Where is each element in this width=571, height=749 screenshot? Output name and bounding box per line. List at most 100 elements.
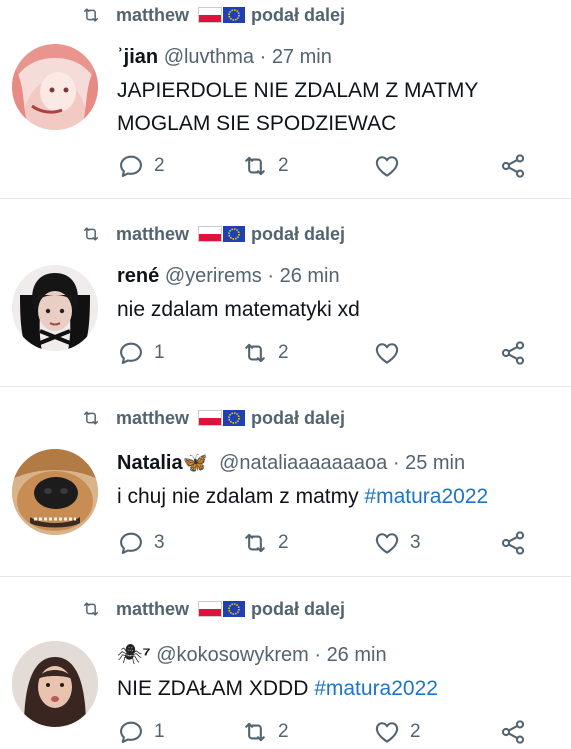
reply-icon bbox=[117, 529, 145, 557]
retweet-button[interactable]: 2 bbox=[241, 339, 289, 367]
tweet-actions: 3 2 3 bbox=[117, 529, 537, 559]
retweet-icon bbox=[78, 224, 104, 244]
tweet-actions: 1 2 bbox=[117, 339, 537, 369]
retweeter-name[interactable]: matthew bbox=[116, 408, 189, 429]
retweet-count: 2 bbox=[278, 342, 289, 363]
share-icon bbox=[499, 339, 527, 367]
handle[interactable]: @nataliaaaaaaaoa bbox=[219, 452, 387, 474]
retweet-context: matthew podał dalej bbox=[78, 3, 345, 27]
poland-flag-icon bbox=[198, 226, 246, 242]
eu-flag-icon bbox=[223, 410, 246, 426]
retweet-icon bbox=[241, 339, 269, 367]
like-button[interactable]: 3 bbox=[373, 529, 421, 557]
reply-button[interactable]: 1 bbox=[117, 718, 165, 746]
tweet-text: NIE ZDAŁAM XDDD #matura2022 bbox=[117, 677, 438, 700]
retweet-icon bbox=[78, 599, 104, 619]
tweet-text: JAPIERDOLE NIE ZDALAM Z MATMY MOGLAM SIE… bbox=[117, 79, 479, 135]
poland-flag-icon bbox=[198, 410, 246, 426]
retweet-icon bbox=[241, 718, 269, 746]
tweet-actions: 2 2 bbox=[117, 152, 537, 182]
reply-icon bbox=[117, 718, 145, 746]
retweet-button[interactable]: 2 bbox=[241, 152, 289, 180]
retweet-label: podał dalej bbox=[251, 407, 346, 428]
timestamp[interactable]: 26 min bbox=[280, 265, 340, 287]
tweet-actions: 1 2 2 bbox=[117, 718, 537, 748]
tweet[interactable]: matthew podał dalej rené @yerirems · 26 … bbox=[0, 199, 571, 387]
display-name[interactable]: ʾjian bbox=[117, 46, 158, 68]
retweet-count: 2 bbox=[278, 532, 289, 553]
reply-button[interactable]: 2 bbox=[117, 152, 165, 180]
reply-count: 2 bbox=[154, 155, 165, 176]
handle[interactable]: @luvthma bbox=[164, 46, 254, 68]
retweet-context: matthew podał dalej bbox=[78, 222, 345, 246]
avatar[interactable] bbox=[12, 265, 98, 351]
like-icon bbox=[373, 152, 401, 180]
tweet-text: nie zdalam matematyki xd bbox=[117, 298, 360, 321]
timestamp[interactable]: 26 min bbox=[327, 644, 387, 666]
hashtag-link[interactable]: #matura2022 bbox=[314, 677, 438, 700]
reply-icon bbox=[117, 152, 145, 180]
handle[interactable]: @kokosowykrem bbox=[156, 644, 309, 666]
tweet[interactable]: matthew podał dalej ʾjian @luvthma · 27 … bbox=[0, 0, 571, 199]
tweet-header: rené @yerirems · 26 min bbox=[117, 265, 340, 287]
butterfly-icon: 🦋 bbox=[182, 452, 208, 474]
avatar[interactable] bbox=[12, 449, 98, 535]
like-button[interactable] bbox=[373, 152, 410, 180]
retweet-icon bbox=[241, 529, 269, 557]
tweet-text: i chuj nie zdalam z matmy #matura2022 bbox=[117, 485, 489, 508]
tweet-header: ʾjian @luvthma · 27 min bbox=[117, 46, 332, 68]
share-button[interactable] bbox=[499, 339, 527, 367]
share-icon bbox=[499, 529, 527, 557]
reply-icon bbox=[117, 339, 145, 367]
share-icon bbox=[499, 718, 527, 746]
share-button[interactable] bbox=[499, 529, 527, 557]
eu-flag-icon bbox=[223, 226, 246, 242]
tweet-header: Natalia🦋 @nataliaaaaaaaoa · 25 min bbox=[117, 452, 466, 474]
retweet-count: 2 bbox=[278, 155, 289, 176]
retweet-button[interactable]: 2 bbox=[241, 718, 289, 746]
share-button[interactable] bbox=[499, 718, 527, 746]
retweeter-name[interactable]: matthew bbox=[116, 5, 189, 26]
tweet[interactable]: matthew podał dalej 🕷⁷ @kokosowykrem · 2… bbox=[0, 577, 571, 749]
avatar[interactable] bbox=[12, 44, 98, 130]
like-icon bbox=[373, 339, 401, 367]
like-count: 3 bbox=[410, 532, 421, 553]
poland-flag-icon bbox=[198, 601, 246, 617]
like-icon bbox=[373, 718, 401, 746]
retweet-context: matthew podał dalej bbox=[78, 406, 345, 430]
like-button[interactable] bbox=[373, 339, 410, 367]
reply-button[interactable]: 1 bbox=[117, 339, 165, 367]
avatar[interactable] bbox=[12, 641, 98, 727]
reply-button[interactable]: 3 bbox=[117, 529, 165, 557]
retweet-button[interactable]: 2 bbox=[241, 529, 289, 557]
eu-flag-icon bbox=[223, 601, 246, 617]
tweet[interactable]: matthew podał dalej Natalia🦋 @nataliaaaa… bbox=[0, 387, 571, 577]
display-name[interactable]: ⁷ bbox=[142, 644, 150, 666]
retweet-label: podał dalej bbox=[251, 598, 346, 619]
retweeter-name[interactable]: matthew bbox=[116, 599, 189, 620]
retweet-icon bbox=[78, 408, 104, 428]
poland-flag-icon bbox=[198, 7, 246, 23]
timestamp[interactable]: 27 min bbox=[272, 46, 332, 68]
retweet-icon bbox=[78, 5, 104, 25]
display-name[interactable]: Natalia bbox=[117, 452, 183, 474]
retweet-context: matthew podał dalej bbox=[78, 597, 345, 621]
like-button[interactable]: 2 bbox=[373, 718, 421, 746]
like-icon bbox=[373, 529, 401, 557]
retweet-count: 2 bbox=[278, 721, 289, 742]
eu-flag-icon bbox=[223, 7, 246, 23]
reply-count: 1 bbox=[154, 721, 165, 742]
hashtag-link[interactable]: #matura2022 bbox=[364, 485, 488, 508]
display-name[interactable]: rené bbox=[117, 265, 159, 287]
retweet-label: podał dalej bbox=[251, 223, 346, 244]
timestamp[interactable]: 25 min bbox=[405, 452, 465, 474]
retweet-icon bbox=[241, 152, 269, 180]
handle[interactable]: @yerirems bbox=[165, 265, 262, 287]
spider-icon: 🕷 bbox=[117, 644, 143, 666]
retweet-label: podał dalej bbox=[251, 4, 346, 25]
tweet-header: 🕷⁷ @kokosowykrem · 26 min bbox=[117, 644, 387, 666]
reply-count: 1 bbox=[154, 342, 165, 363]
retweeter-name[interactable]: matthew bbox=[116, 224, 189, 245]
share-button[interactable] bbox=[499, 152, 527, 180]
share-icon bbox=[499, 152, 527, 180]
